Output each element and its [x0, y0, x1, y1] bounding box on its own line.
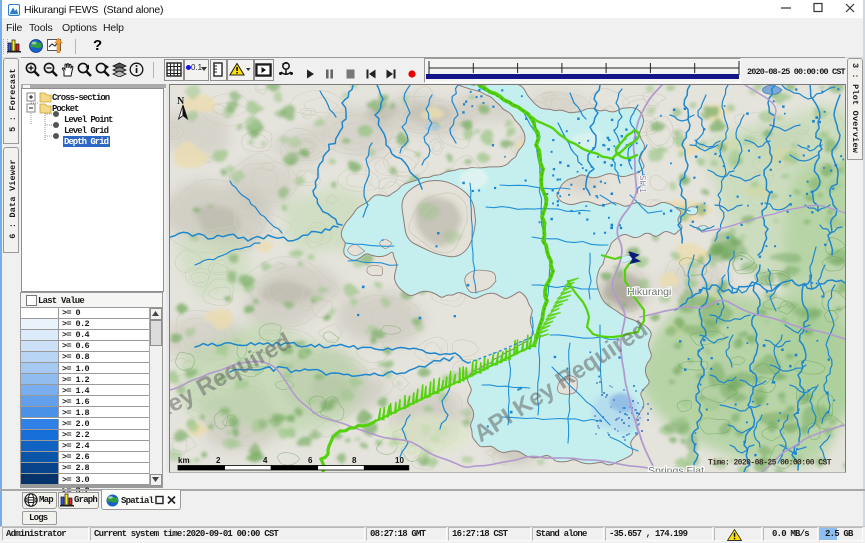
svg-text:8: 8	[352, 456, 357, 465]
svg-text:Springs Flat: Springs Flat	[648, 465, 704, 472]
svg-text:10: 10	[395, 456, 404, 465]
svg-text:Time: 2020-08-25 00:00:00 CST: Time: 2020-08-25 00:00:00 CST	[708, 459, 832, 468]
svg-text:SH 1: SH 1	[638, 175, 647, 193]
svg-text:km: km	[178, 456, 190, 465]
svg-text:N: N	[177, 96, 185, 107]
svg-text:Hikurangi: Hikurangi	[627, 286, 671, 298]
svg-text:4: 4	[263, 456, 268, 465]
svg-text:6: 6	[308, 456, 313, 465]
svg-text:2: 2	[216, 456, 221, 465]
